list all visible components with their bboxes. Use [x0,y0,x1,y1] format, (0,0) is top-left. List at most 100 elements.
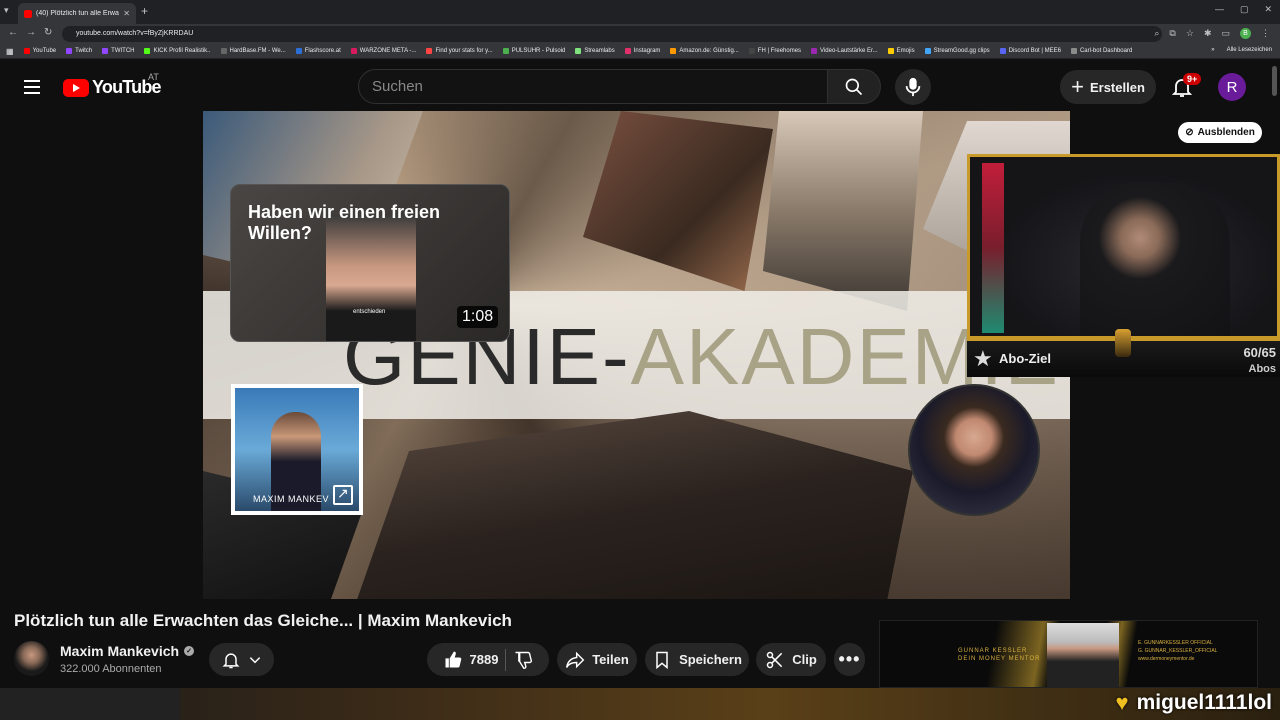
bookmark-label: Emojis [896,48,915,54]
bookmark-favicon-icon [102,48,109,54]
bookmark-item[interactable]: Find your stats for y... [426,48,493,54]
bookmark-item[interactable]: Streamlabs [575,48,615,54]
bookmark-favicon-icon [670,48,677,54]
bookmark-icon [656,651,668,669]
youtube-play-icon [63,78,89,97]
cast-icon[interactable]: ⧉ [1169,28,1175,39]
tab-search-icon[interactable]: ▾ [4,5,9,16]
search-button[interactable] [827,69,881,104]
streamer-figure [1080,182,1230,336]
back-icon[interactable]: ← [8,27,18,38]
share-button[interactable]: Teilen [557,643,637,676]
bookmark-item[interactable]: Twitch [66,48,92,54]
bookmark-item[interactable]: Carl-bot Dashboard [1070,48,1133,54]
like-icon[interactable] [443,650,463,670]
bookmarks-overflow-icon[interactable]: » [1211,47,1214,53]
browser-tab[interactable]: (40) Plötzlich tun alle Erwachten ✕ [18,3,136,24]
bookmark-item[interactable]: Amazon.de: Günstig... [670,48,739,54]
heart-icon: ♥ [1115,690,1129,715]
external-link-icon [333,485,353,505]
maximize-icon[interactable]: ▢ [1240,4,1249,15]
bookmark-item[interactable]: PULSUHR - Pulsoid [502,48,566,54]
bookmark-label: StreamGood.gg clips [933,48,990,54]
subscriber-count: 322.000 Abonnenten [60,663,162,675]
video-art-shape [353,411,913,599]
bookmark-label: Flashscore.at [304,48,341,54]
hamburger-menu-icon[interactable] [24,80,40,94]
channel-card[interactable]: MAXIM MANKEV [231,384,363,515]
bookmark-item[interactable]: KICK Profil Realistik.. [144,48,211,54]
url-input[interactable]: youtube.com/watch?v=fByZjKRRDAU [62,26,1162,42]
more-actions-button[interactable]: ••• [834,643,865,676]
hide-overlay-button[interactable]: ⊘ Ausblenden [1178,122,1262,143]
channel-name[interactable]: Maxim Mankevich [60,643,179,659]
all-bookmarks-folder[interactable]: Alle Lesezeichen [1227,47,1272,53]
channel-avatar[interactable] [14,641,49,676]
plus-icon: + [1071,74,1084,99]
apps-icon[interactable]: ▦ [6,47,14,56]
bookmark-item[interactable]: Flashscore.at [295,48,341,54]
bookmark-item[interactable]: FH | Freehomes [748,48,801,54]
minimize-icon[interactable]: — [1215,4,1224,15]
bookmark-favicon-icon [426,48,433,54]
bookmark-item[interactable]: TWITCH [102,48,134,54]
search-input[interactable]: Suchen [358,69,828,104]
notification-badge: 9+ [1183,73,1202,85]
ad-brand-line1: GUNNAR KESSLER [958,648,1028,654]
close-window-icon[interactable]: ✕ [1264,4,1272,15]
bookmark-favicon-icon [748,48,755,54]
bookmark-favicon-icon [887,48,894,54]
bookmark-item[interactable]: Video-Lautstärke Er... [811,48,878,54]
bookmark-item[interactable]: Emojis [887,48,915,54]
extensions-icon[interactable]: ✱ [1204,28,1212,39]
profile-icon[interactable]: B [1240,28,1251,39]
like-count[interactable]: 7889 [470,652,499,667]
split-icon[interactable]: ▭ [1221,28,1230,39]
card-caption: entschieden [353,309,386,315]
suggested-video-card[interactable]: Haben wir einen freien Willen? entschied… [230,184,510,342]
voice-search-button[interactable] [895,69,931,105]
bookmark-favicon-icon [502,48,509,54]
bookmark-label: KICK Profil Realistik.. [153,48,211,54]
channel-name-row[interactable]: Maxim Mankevich ✓ [60,643,195,659]
like-dislike-group: 7889 [427,643,549,676]
zoom-icon[interactable]: ⌕ [1154,28,1159,39]
forward-icon[interactable]: → [26,27,36,38]
clip-button[interactable]: Clip [756,643,826,676]
page-scrollbar[interactable] [1272,66,1277,96]
sidebar-ad-banner[interactable]: GUNNAR KESSLER DEIN MONEY MENTOR E. GUNNA… [879,620,1258,688]
bookmark-item[interactable]: YouTube [23,48,57,54]
subscription-bell-button[interactable] [209,643,274,676]
country-code: AT [148,72,159,82]
save-button[interactable]: Speichern [645,643,749,676]
dislike-icon[interactable] [513,650,533,670]
ad-photo [1047,623,1119,687]
youtube-logo[interactable]: YouTube AT [63,72,162,98]
close-tab-icon[interactable]: ✕ [123,9,130,18]
bookmark-item[interactable]: StreamGood.gg clips [924,48,990,54]
channel-card-image: MAXIM MANKEV [235,388,359,511]
bookmark-item[interactable]: WARZONE META -... [350,48,416,54]
subscriber-goal-widget: ★ Abo-Ziel 60/65 Abos [967,329,1280,377]
goal-mascot-icon [1115,329,1131,357]
bookmark-label: YouTube [32,48,57,54]
new-tab-icon[interactable]: + [141,4,148,18]
bookmark-item[interactable]: Instagram [624,48,661,54]
more-horizontal-icon: ••• [838,649,861,669]
bookmark-label: Instagram [633,48,661,54]
menu-icon[interactable]: ⋮ [1261,28,1270,39]
bookmark-favicon-icon [924,48,931,54]
ad-brand: GUNNAR KESSLER DEIN MONEY MENTOR [958,647,1040,663]
create-button[interactable]: + Erstellen [1060,70,1156,104]
ad-right-line1: E. GUNNARKESSLER OFFICIAL [1138,640,1213,646]
reload-icon[interactable]: ↻ [44,27,52,38]
rgb-light [982,163,1004,333]
bookmark-item[interactable]: HardBase.FM - We... [220,48,286,54]
bookmark-label: Carl-bot Dashboard [1079,48,1133,54]
bottom-overlay-strip [0,688,1280,720]
bookmark-label: PULSUHR - Pulsoid [511,48,566,54]
bookmark-star-icon[interactable]: ☆ [1186,28,1194,39]
bookmark-item[interactable]: Discord Bot | MEE6 [999,48,1061,54]
browser-tab-strip: ▾ (40) Plötzlich tun alle Erwachten ✕ + … [0,0,1280,24]
user-avatar[interactable]: R [1218,73,1246,101]
